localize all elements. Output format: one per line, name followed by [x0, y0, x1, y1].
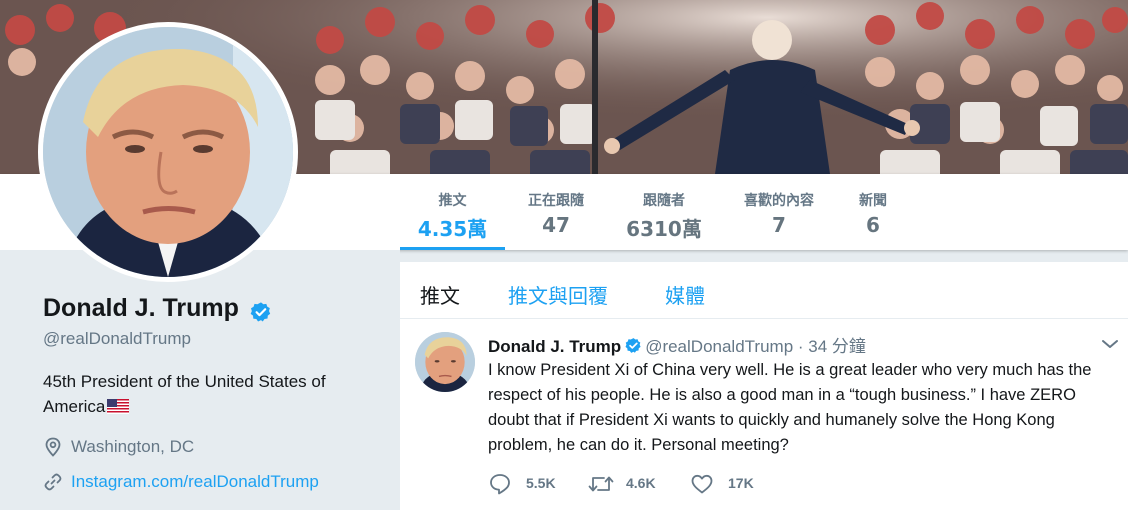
tweet-item[interactable]: Donald J. Trump @realDonaldTrump · 34 分鐘… — [400, 319, 1128, 510]
timeline-tabs: 推文 推文與回覆 媒體 — [400, 262, 1128, 319]
profile-card: Donald J. Trump @realDonaldTrump 45th Pr… — [0, 250, 400, 510]
nav-likes-count[interactable]: 喜歡的內容 7 — [731, 174, 827, 250]
tweet-author-line: Donald J. Trump @realDonaldTrump · 34 分鐘 — [488, 332, 866, 357]
like-button[interactable]: 17K — [690, 471, 770, 497]
reply-button[interactable]: 5.5K — [488, 471, 568, 497]
verified-badge-icon — [625, 338, 641, 353]
tweet-author-handle[interactable]: @realDonaldTrump — [645, 337, 793, 356]
tweet-timestamp[interactable]: · 34 分鐘 — [798, 337, 866, 356]
nav-following-count[interactable]: 正在跟隨 47 — [515, 174, 597, 250]
nav-value: 7 — [772, 213, 786, 237]
nav-moments-count[interactable]: 新聞 6 — [848, 174, 898, 250]
nav-value: 4.35萬 — [417, 217, 488, 241]
reply-count: 5.5K — [526, 475, 556, 491]
location-text: Washington, DC — [71, 437, 195, 456]
nav-label: 新聞 — [859, 193, 887, 209]
reply-icon — [490, 474, 510, 495]
nav-followers-count[interactable]: 跟隨者 6310萬 — [618, 174, 710, 250]
tweet-author-avatar[interactable] — [415, 332, 475, 392]
tweet-author-name[interactable]: Donald J. Trump — [488, 337, 621, 356]
nav-value: 47 — [542, 213, 570, 237]
nav-label: 正在跟隨 — [528, 193, 584, 209]
website-link[interactable]: Instagram.com/realDonaldTrump — [71, 472, 319, 492]
chevron-down-icon[interactable] — [1101, 338, 1119, 350]
nav-value: 6 — [866, 213, 880, 237]
timeline-panel: 推文 推文與回覆 媒體 Donald J. Trump @realDonaldT… — [400, 262, 1128, 510]
profile-bio-text: 45th President of the United States of A… — [43, 372, 326, 416]
retweet-count: 4.6K — [626, 475, 656, 491]
nav-label: 喜歡的內容 — [744, 193, 814, 209]
retweet-icon — [588, 476, 614, 492]
profile-name[interactable]: Donald J. Trump — [43, 294, 239, 323]
tab-tweets-and-replies[interactable]: 推文與回覆 — [508, 280, 608, 309]
us-flag-icon — [107, 399, 130, 414]
tweet-text: I know President Xi of China very well. … — [488, 361, 1092, 454]
profile-handle[interactable]: @realDonaldTrump — [43, 329, 191, 349]
profile-avatar[interactable] — [38, 22, 298, 282]
verified-badge-icon — [250, 302, 271, 322]
profile-bio: 45th President of the United States of A… — [43, 369, 363, 419]
tweet-actions: 5.5K 4.6K 17K — [488, 471, 888, 497]
like-count: 17K — [728, 475, 754, 491]
tab-media[interactable]: 媒體 — [665, 280, 705, 309]
tab-tweets[interactable]: 推文 — [420, 280, 460, 309]
link-icon — [44, 473, 62, 491]
heart-icon — [691, 474, 713, 494]
nav-value: 6310萬 — [626, 217, 702, 241]
nav-tweets-count[interactable]: 推文 4.35萬 — [400, 174, 505, 250]
portrait-illustration — [43, 27, 293, 277]
nav-label: 推文 — [438, 193, 467, 209]
profile-page: 推文 4.35萬 正在跟隨 47 跟隨者 6310萬 喜歡的內容 7 新聞 6 — [0, 0, 1128, 510]
location-pin-icon — [45, 437, 61, 457]
active-tab-underline — [400, 247, 505, 250]
portrait-illustration-small — [415, 332, 475, 392]
nav-label: 跟隨者 — [643, 193, 685, 209]
retweet-button[interactable]: 4.6K — [588, 471, 668, 497]
